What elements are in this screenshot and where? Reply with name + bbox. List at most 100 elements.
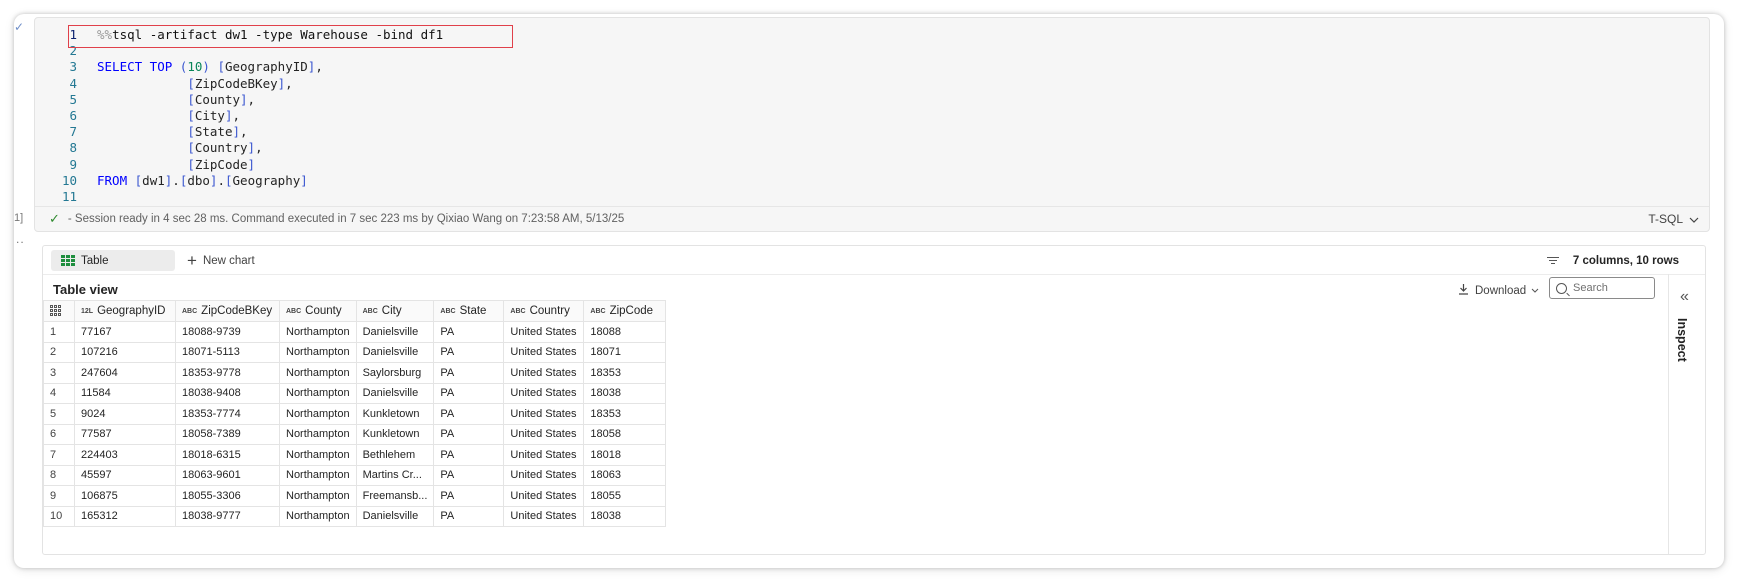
table-row[interactable]: 2 107216 18071-5113 Northampton Danielsville…: [43, 341, 667, 363]
column-name: State: [459, 305, 487, 317]
table-row[interactable]: 7 224403 18018-6315 Northampton Bethlehem PA U…: [43, 444, 667, 466]
column-header[interactable]: ABC ZipCode: [583, 300, 667, 322]
column-name: City: [381, 305, 402, 317]
search-box[interactable]: [1549, 277, 1655, 299]
column-type-icon: ABC: [590, 308, 606, 315]
column-header[interactable]: ABC Country: [503, 300, 585, 322]
table-cell: PA: [433, 382, 505, 404]
table-cell: 45597: [74, 464, 176, 486]
cell-status-bar: ✓ - Session ready in 4 sec 28 ms. Comman…: [35, 206, 1709, 231]
table-cell: 106875: [74, 485, 176, 507]
filter-icon[interactable]: [1546, 256, 1559, 265]
code-line[interactable]: 11: [43, 189, 443, 205]
line-number: 11: [61, 189, 77, 205]
cell-check-icon: ✓: [14, 20, 25, 34]
code-line[interactable]: 5 [County],: [43, 92, 443, 108]
table-cell: 247604: [74, 362, 176, 384]
search-input[interactable]: [1573, 282, 1653, 294]
table-cell: Saylorsburg: [355, 362, 435, 384]
code-cell[interactable]: 1 %%tsql -artifact dw1 -type Warehouse -b…: [34, 17, 1710, 232]
tab-table[interactable]: Table: [51, 250, 175, 271]
table-cell: 18088-9739: [175, 321, 280, 343]
line-number: 9: [69, 156, 77, 172]
table-row[interactable]: 8 45597 18063-9601 Northampton Martins Cr...…: [43, 464, 667, 486]
more-options-icon[interactable]: ..: [16, 232, 25, 246]
table-cell: 224403: [74, 444, 176, 466]
table-cell: PA: [433, 464, 505, 486]
row-number: 9: [43, 485, 75, 507]
column-header[interactable]: 12L GeographyID: [74, 300, 176, 322]
column-header[interactable]: ABC County: [279, 300, 357, 322]
table-cell: Northampton: [279, 362, 357, 384]
line-number: 8: [69, 140, 77, 156]
table-cell: 18018: [583, 444, 667, 466]
table-cell: 77167: [74, 321, 176, 343]
code-line[interactable]: 4 [ZipCodeBKey],: [43, 76, 443, 92]
table-row[interactable]: 6 77587 18058-7389 Northampton Kunkletown PA U…: [43, 423, 667, 445]
new-chart-button[interactable]: + New chart: [187, 250, 255, 271]
row-number: 1: [43, 321, 75, 343]
execution-count: 1]: [14, 212, 24, 224]
column-header[interactable]: ABC ZipCodeBKey: [175, 300, 280, 322]
table-cell: 18063: [583, 464, 667, 486]
table-cell: Freemansb...: [355, 485, 435, 507]
line-number: 10: [61, 172, 77, 188]
column-header[interactable]: ABC City: [355, 300, 435, 322]
download-button[interactable]: Download: [1458, 283, 1539, 298]
table-cell: 18058-7389: [175, 423, 280, 445]
collapse-left-icon[interactable]: «: [1680, 288, 1689, 306]
execution-status-text: - Session ready in 4 sec 28 ms. Command …: [67, 213, 625, 225]
table-cell: 18055-3306: [175, 485, 280, 507]
table-cell: United States: [503, 485, 585, 507]
table-row[interactable]: 1 77167 18088-9739 Northampton Danielsville P…: [43, 321, 667, 343]
column-type-icon: ABC: [510, 308, 526, 315]
code-line[interactable]: 10 FROM [dw1].[dbo].[Geography]: [43, 173, 443, 189]
table-cell: Northampton: [279, 464, 357, 486]
table-row[interactable]: 10 165312 18038-9777 Northampton Danielsvill…: [43, 505, 667, 527]
line-number: 7: [69, 124, 77, 140]
column-type-icon: ABC: [286, 308, 302, 315]
table-cell: 9024: [74, 403, 176, 425]
tab-table-label: Table: [81, 254, 109, 267]
table-row[interactable]: 3 247604 18353-9778 Northampton Saylorsburg P…: [43, 362, 667, 384]
code-text: FROM [dw1].[dbo].[Geography]: [97, 172, 308, 188]
table-icon: [61, 255, 75, 266]
column-header[interactable]: ABC State: [433, 300, 505, 322]
output-toolbar: Table + New chart 7 columns, 10 rows: [43, 246, 1705, 275]
table-cell: 18353: [583, 362, 667, 384]
table-cell: Northampton: [279, 382, 357, 404]
table-cell: 77587: [74, 423, 176, 445]
table-cell: Northampton: [279, 321, 357, 343]
table-cell: 18071: [583, 341, 667, 363]
table-cell: United States: [503, 362, 585, 384]
code-text: [State],: [187, 124, 248, 140]
table-cell: 165312: [74, 505, 176, 527]
code-editor[interactable]: 1 %%tsql -artifact dw1 -type Warehouse -b…: [43, 27, 443, 205]
code-line[interactable]: 9 [ZipCode]: [43, 157, 443, 173]
table-cell: 18038-9777: [175, 505, 280, 527]
code-line[interactable]: 8 [Country],: [43, 140, 443, 156]
language-selector[interactable]: T-SQL: [1648, 212, 1699, 226]
table-cell: United States: [503, 505, 585, 527]
table-cell: United States: [503, 464, 585, 486]
table-row[interactable]: 9 106875 18055-3306 Northampton Freemansb...…: [43, 485, 667, 507]
column-type-icon: ABC: [182, 308, 198, 315]
inspect-label: Inspect: [1675, 318, 1689, 362]
inspect-panel[interactable]: « Inspect: [1668, 274, 1705, 554]
table-cell: PA: [433, 423, 505, 445]
table-row[interactable]: 4 11584 18038-9408 Northampton Danielsville P…: [43, 382, 667, 404]
column-type-icon: ABC: [362, 308, 378, 315]
plus-icon: +: [187, 251, 197, 270]
table-row[interactable]: 5 9024 18353-7774 Northampton Kunkletown PA Un…: [43, 403, 667, 425]
code-line[interactable]: 6 [City],: [43, 108, 443, 124]
table-cell: 107216: [74, 341, 176, 363]
table-cell: Northampton: [279, 423, 357, 445]
column-name: Country: [529, 305, 570, 317]
column-name: ZipCodeBKey: [201, 305, 273, 317]
column-name: County: [305, 305, 342, 317]
code-line[interactable]: 7 [State],: [43, 124, 443, 140]
select-all-grid-icon[interactable]: [43, 300, 75, 322]
code-line[interactable]: 3 SELECT TOP (10) [GeographyID],: [43, 59, 443, 75]
table-cell: Danielsville: [355, 321, 435, 343]
table-cell: Northampton: [279, 505, 357, 527]
